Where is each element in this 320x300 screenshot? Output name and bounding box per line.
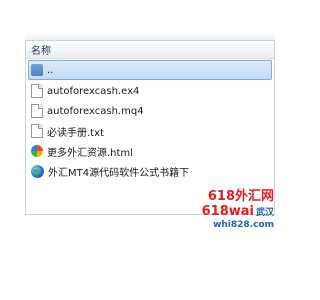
file-list: .. autoforexcash.ex4 autoforexcash.mq4 必…: [26, 60, 274, 181]
file-row-mq4[interactable]: autoforexcash.mq4: [26, 101, 274, 121]
web-link-icon: [31, 164, 44, 178]
text-file-icon: [31, 124, 43, 138]
watermark-title: 618外汇网: [207, 189, 274, 204]
window-top-edge: [25, 33, 275, 40]
document-icon: [31, 84, 43, 98]
watermark-cn: 武汉: [255, 207, 274, 218]
file-name: ..: [47, 64, 54, 76]
file-row-parent[interactable]: ..: [28, 60, 272, 80]
file-name: autoforexcash.ex4: [47, 85, 140, 97]
file-name: 更多外汇资源.html: [47, 147, 133, 159]
column-header-name[interactable]: 名称: [26, 41, 274, 59]
up-folder-icon: [31, 64, 43, 76]
watermark: 618外汇网 618wai 武汉 whi828.com: [201, 189, 274, 230]
file-row-ex4[interactable]: autoforexcash.ex4: [26, 81, 274, 101]
file-row-txt[interactable]: 必读手册.txt: [26, 121, 274, 141]
watermark-site: 618wai: [201, 203, 254, 219]
file-name: autoforexcash.mq4: [47, 105, 144, 117]
file-name: 外汇MT4源代码软件公式书籍下: [48, 167, 190, 179]
document-icon: [31, 104, 43, 118]
file-row-url[interactable]: 外汇MT4源代码软件公式书籍下: [26, 161, 274, 181]
watermark-domain: whi828.com: [213, 219, 274, 230]
watermark-subtitle: 618wai 武汉: [201, 203, 274, 220]
html-file-icon: [31, 145, 43, 157]
file-row-html[interactable]: 更多外汇资源.html: [26, 141, 274, 161]
file-name: 必读手册.txt: [47, 127, 104, 139]
column-header-label: 名称: [31, 46, 51, 57]
